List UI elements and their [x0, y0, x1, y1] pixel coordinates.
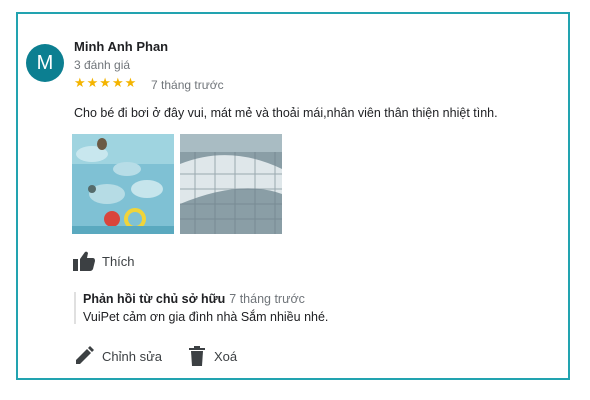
owner-reply-text: VuiPet cảm ơn gia đình nhà Sắm nhiều nhé… — [83, 310, 329, 324]
review-text: Cho bé đi bơi ở đây vui, mát mẻ và thoải… — [74, 106, 498, 120]
pool-photo-image — [180, 134, 282, 234]
edit-label: Chỉnh sửa — [102, 348, 163, 364]
like-label: Thích — [102, 253, 135, 269]
delete-label: Xoá — [214, 348, 238, 364]
review-photo-1[interactable] — [72, 134, 174, 234]
review-card: M Minh Anh Phan 3 đánh giá ★★★★★ 7 tháng… — [16, 12, 570, 380]
owner-reply-time: 7 tháng trước — [229, 292, 305, 306]
owner-reply: Phản hồi từ chủ sở hữu 7 tháng trước VuiP… — [74, 292, 553, 324]
avatar[interactable]: M — [26, 44, 64, 82]
pool-photo-image — [72, 134, 174, 234]
trash-icon — [189, 346, 206, 366]
review-photo-2[interactable] — [180, 134, 282, 234]
star-rating: ★★★★★ — [74, 75, 138, 90]
edit-button[interactable]: Chỉnh sửa — [74, 346, 162, 366]
review-count: 3 đánh giá — [74, 58, 131, 72]
review-time: 7 tháng trước — [151, 78, 224, 92]
like-button[interactable]: Thích — [72, 250, 135, 272]
thumbs-up-icon — [73, 251, 95, 271]
reply-actions: Chỉnh sửa Xoá — [74, 346, 237, 366]
delete-button[interactable]: Xoá — [188, 346, 237, 366]
author-name[interactable]: Minh Anh Phan — [74, 39, 168, 54]
pencil-icon — [76, 346, 94, 364]
owner-reply-label: Phản hồi từ chủ sở hữu — [83, 292, 226, 306]
